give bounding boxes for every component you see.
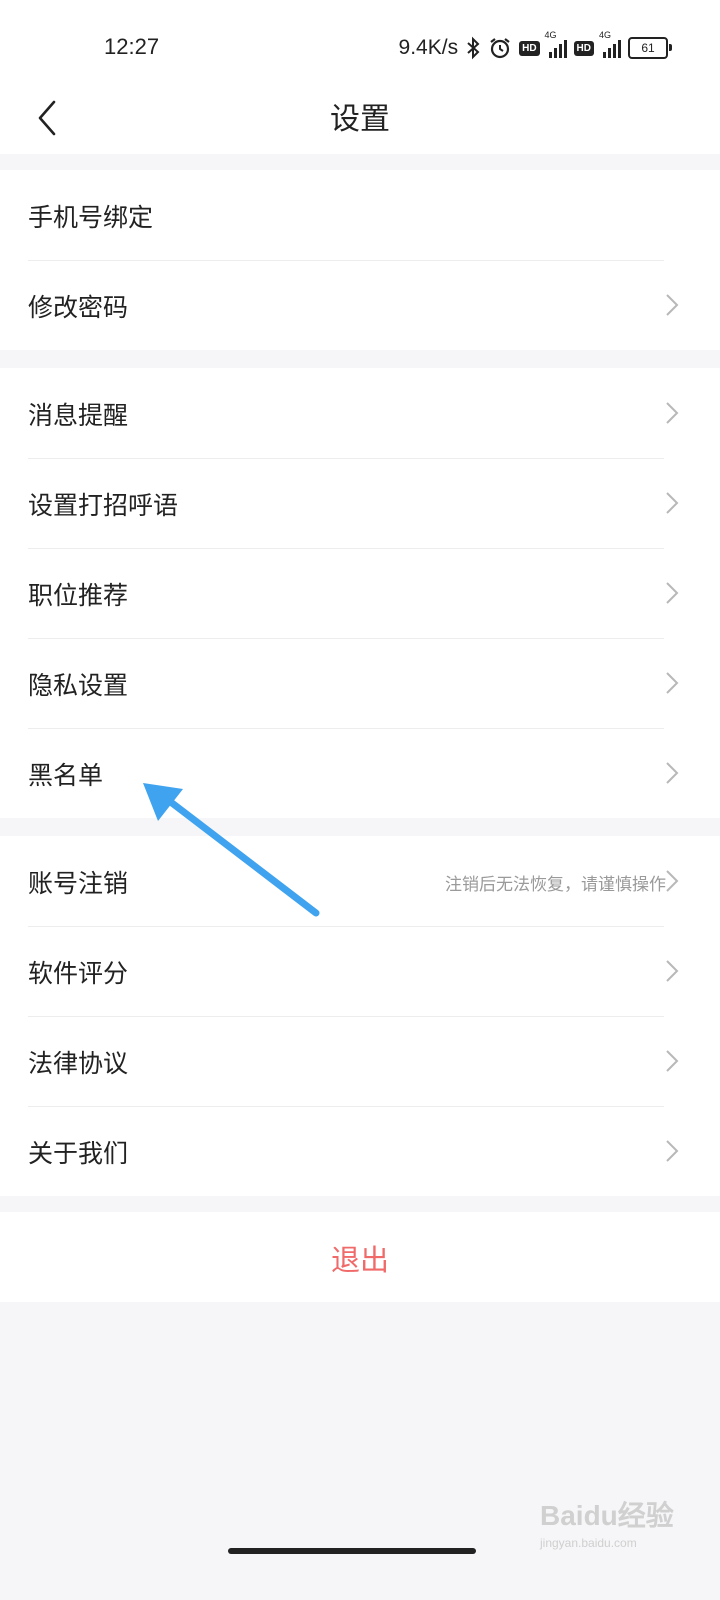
chevron-right-icon xyxy=(666,1140,679,1162)
settings-row-label: 设置打招呼语 xyxy=(28,491,179,520)
settings-row-greeting[interactable]: 设置打招呼语 xyxy=(0,458,720,548)
settings-row-change-password[interactable]: 修改密码 xyxy=(0,260,720,350)
signal-icon: 4G xyxy=(545,30,567,58)
hd-badge: HD xyxy=(519,40,540,56)
settings-row-phone-binding[interactable]: 手机号绑定 xyxy=(0,170,720,260)
chevron-right-icon xyxy=(666,402,679,424)
bluetooth-icon xyxy=(467,36,480,60)
settings-row-label: 修改密码 xyxy=(28,293,129,322)
battery-level: 61 xyxy=(641,41,655,55)
settings-row-legal[interactable]: 法律协议 xyxy=(0,1016,720,1106)
chevron-right-icon xyxy=(666,960,679,982)
settings-row-about-us[interactable]: 关于我们 xyxy=(0,1106,720,1196)
home-indicator[interactable] xyxy=(228,1548,476,1554)
network-type: 4G xyxy=(599,30,612,40)
settings-group-preferences: 消息提醒 设置打招呼语 职位推荐 隐私设置 黑名单 xyxy=(0,368,720,818)
hd-badge: HD xyxy=(573,40,594,56)
chevron-right-icon xyxy=(666,870,679,892)
network-speed: 9.4K/s xyxy=(398,36,459,59)
watermark-sub: jingyan.baidu.com xyxy=(540,1536,637,1550)
logout-button[interactable]: 退出 xyxy=(0,1212,720,1302)
settings-row-label: 职位推荐 xyxy=(28,581,129,610)
baidu-watermark: Baidu经验 jingyan.baidu.com xyxy=(540,1494,680,1554)
settings-row-privacy[interactable]: 隐私设置 xyxy=(0,638,720,728)
settings-row-label: 软件评分 xyxy=(28,959,129,988)
chevron-right-icon xyxy=(666,1050,679,1072)
settings-row-notifications[interactable]: 消息提醒 xyxy=(0,368,720,458)
delete-account-hint: 注销后无法恢复，请谨慎操作 xyxy=(445,875,666,895)
network-type: 4G xyxy=(544,30,557,40)
settings-group-about: 账号注销 注销后无法恢复，请谨慎操作 软件评分 法律协议 关于我们 xyxy=(0,836,720,1196)
settings-row-label: 隐私设置 xyxy=(28,671,129,700)
settings-row-label: 手机号绑定 xyxy=(28,203,154,232)
settings-row-label: 关于我们 xyxy=(28,1139,129,1168)
status-bar: 12:27 9.4K/s HD 4G HD 4G 61 xyxy=(0,0,720,90)
chevron-right-icon xyxy=(666,582,679,604)
settings-row-blacklist[interactable]: 黑名单 xyxy=(0,728,720,818)
status-time: 12:27 xyxy=(104,34,160,59)
settings-row-job-recommend[interactable]: 职位推荐 xyxy=(0,548,720,638)
settings-row-delete-account[interactable]: 账号注销 注销后无法恢复，请谨慎操作 xyxy=(0,836,720,926)
chevron-right-icon xyxy=(666,762,679,784)
settings-row-label: 法律协议 xyxy=(28,1049,129,1078)
status-icons: 9.4K/s HD 4G HD 4G 61 xyxy=(398,30,672,62)
settings-row-rate-app[interactable]: 软件评分 xyxy=(0,926,720,1016)
chevron-right-icon xyxy=(666,672,679,694)
header-bar: 设置 xyxy=(0,90,720,154)
page-title: 设置 xyxy=(330,102,390,137)
settings-group-account: 手机号绑定 修改密码 xyxy=(0,170,720,350)
settings-row-label: 黑名单 xyxy=(28,761,104,790)
signal-icon: 4G xyxy=(599,30,621,58)
alarm-icon xyxy=(490,38,510,59)
chevron-right-icon xyxy=(666,294,679,316)
chevron-right-icon xyxy=(666,492,679,514)
logout-label: 退出 xyxy=(330,1243,389,1277)
watermark-logo: Baidu经验 xyxy=(540,1500,674,1531)
battery-icon: 61 xyxy=(628,37,672,59)
settings-row-label: 消息提醒 xyxy=(28,401,129,430)
settings-row-label: 账号注销 xyxy=(28,869,129,898)
